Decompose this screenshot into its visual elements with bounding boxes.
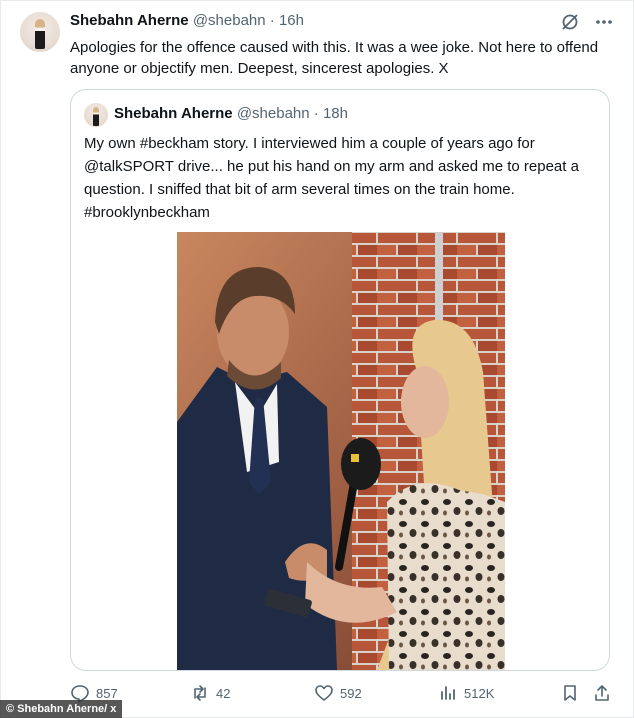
quoted-author-handle[interactable]: @shebahn — [237, 105, 310, 122]
quoted-author-name[interactable]: Shebahn Aherne — [114, 105, 233, 122]
tweet-time[interactable]: 16h — [279, 12, 304, 29]
views-icon — [441, 686, 455, 700]
tweet-text: Apologies for the offence caused with th… — [70, 39, 599, 77]
tweet-header: Shebahn Aherne @shebahn · 16h — [70, 12, 304, 29]
share-button[interactable] — [592, 683, 612, 703]
like-button[interactable]: 592 — [314, 683, 362, 703]
like-count: 592 — [340, 685, 362, 701]
views-count: 512K — [464, 685, 495, 701]
quoted-avatar[interactable] — [84, 103, 108, 127]
separator: · — [269, 12, 275, 29]
bookmark-icon — [564, 685, 576, 701]
tweet-top-icons — [560, 12, 614, 32]
quoted-text: My own #beckham story. I interviewed him… — [84, 135, 579, 221]
author-handle[interactable]: @shebahn — [193, 12, 266, 29]
heart-icon — [315, 685, 333, 701]
repost-icon — [194, 685, 206, 701]
share-icon — [595, 685, 609, 701]
grok-icon[interactable] — [560, 12, 580, 32]
quoted-photo[interactable] — [177, 232, 505, 670]
quoted-separator: · — [313, 105, 319, 122]
views-button[interactable]: 512K — [438, 683, 494, 703]
quoted-tweet[interactable]: Shebahn Aherne @shebahn · 18h My own #be… — [70, 89, 610, 671]
bookmark-button[interactable] — [560, 683, 580, 703]
more-icon[interactable] — [594, 12, 614, 32]
author-name[interactable]: Shebahn Aherne — [70, 12, 189, 29]
repost-button[interactable]: 42 — [190, 683, 230, 703]
quoted-header: Shebahn Aherne @shebahn · 18h — [114, 105, 348, 122]
reply-count: 857 — [96, 685, 118, 701]
repost-count: 42 — [216, 685, 231, 701]
avatar[interactable] — [20, 12, 60, 52]
avatar-figure — [35, 19, 45, 49]
quoted-avatar-figure — [93, 107, 99, 126]
photo-credit-caption: © Shebahn Aherne/ x — [0, 700, 123, 718]
quoted-time[interactable]: 18h — [323, 105, 348, 122]
